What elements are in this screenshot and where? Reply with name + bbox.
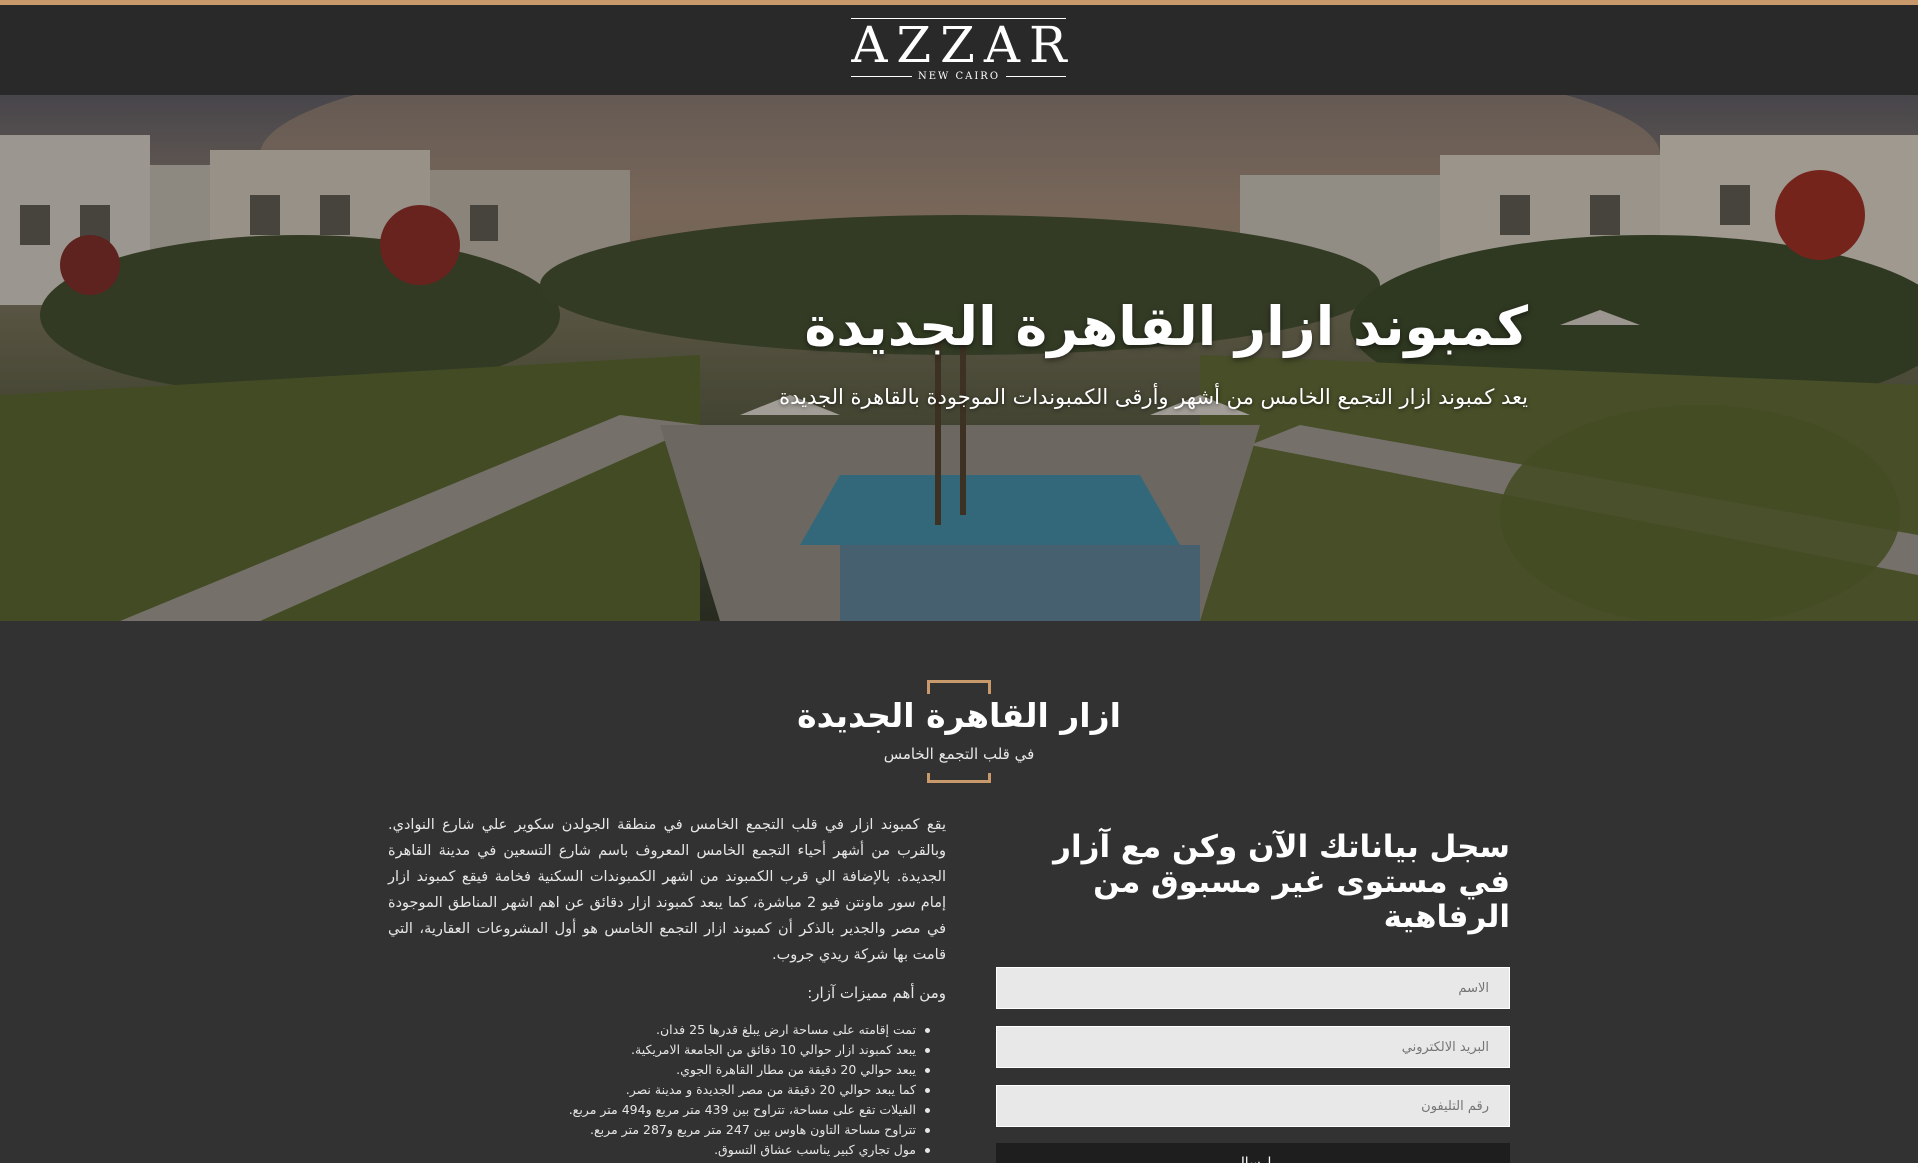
features-list: تمت إقامته على مساحة ارض يبلغ قدرها 25 ف…	[388, 1020, 946, 1160]
feature-item: مول تجاري كبير يناسب عشاق التسوق.	[388, 1140, 930, 1160]
about-paragraph: يقع كمبوند ازار في قلب التجمع الخامس في …	[388, 817, 946, 963]
azzar-logo[interactable]: AZZAR NEW CAIRO	[842, 18, 1075, 82]
logo-sub-line-left	[851, 76, 912, 77]
phone-input[interactable]	[996, 1085, 1510, 1127]
hero-title: كمبوند ازار القاهرة الجديدة	[804, 295, 1528, 358]
site-header: AZZAR NEW CAIRO	[0, 5, 1918, 95]
feature-item: تتراوح مساحة التاون هاوس بين 247 متر مرب…	[388, 1120, 930, 1140]
section-title: ازار القاهرة الجديدة	[797, 696, 1121, 735]
feature-item: تمت إقامته على مساحة ارض يبلغ قدرها 25 ف…	[388, 1020, 930, 1040]
registration-form: سجل بياناتك الآن وكن مع آزار في مستوى غي…	[996, 830, 1510, 1163]
feature-item: يبعد حوالي 20 دقيقة من مطار القاهرة الجو…	[388, 1060, 930, 1080]
feature-item: يبعد كمبوند ازار حوالي 10 دقائق من الجام…	[388, 1040, 930, 1060]
heading-bracket-top	[927, 680, 991, 694]
email-input[interactable]	[996, 1026, 1510, 1068]
feature-item: كما يبعد حوالي 20 دقيقة من مصر الجديدة و…	[388, 1080, 930, 1100]
about-section: يقع كمبوند ازار في قلب التجمع الخامس في …	[388, 812, 946, 1160]
heading-bracket-bottom	[927, 773, 991, 783]
logo-sub-row: NEW CAIRO	[851, 71, 1067, 82]
name-input[interactable]	[996, 967, 1510, 1009]
form-title: سجل بياناتك الآن وكن مع آزار في مستوى غي…	[1053, 829, 1510, 935]
logo-wordmark: AZZAR	[851, 16, 1076, 74]
hero-subtitle: يعد كمبوند ازار التجمع الخامس من أشهر وأ…	[779, 385, 1528, 409]
feature-item: الفيلات تقع على مساحة، تتراوح بين 439 مت…	[388, 1100, 930, 1120]
hero-banner: كمبوند ازار القاهرة الجديدة يعد كمبوند ا…	[0, 95, 1918, 621]
logo-sub-line-right	[1006, 76, 1067, 77]
features-title: ومن أهم مميزات آزار:	[807, 984, 946, 1002]
section-heading: ازار القاهرة الجديدة في قلب التجمع الخام…	[0, 680, 1918, 783]
submit-button[interactable]: إرسال	[996, 1143, 1510, 1163]
section-subtitle: في قلب التجمع الخامس	[883, 745, 1035, 763]
hero-overlay	[0, 95, 1918, 621]
logo-tagline: NEW CAIRO	[917, 71, 1001, 82]
